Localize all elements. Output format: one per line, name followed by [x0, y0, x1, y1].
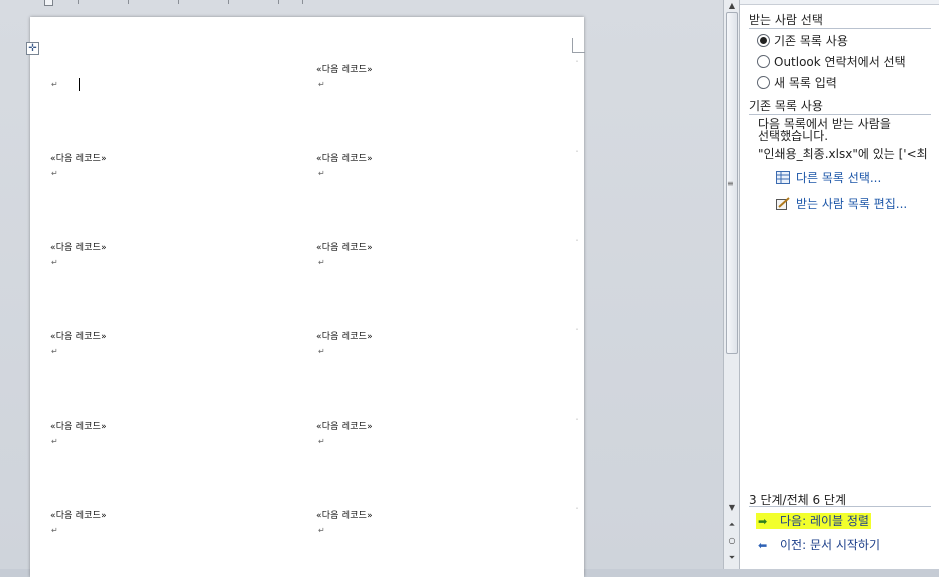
pane-top-border	[740, 0, 939, 5]
radio-label: 기존 목록 사용	[774, 34, 848, 48]
paragraph-mark-icon: ↵	[51, 347, 58, 356]
ruler-indent-marker[interactable]	[44, 0, 53, 6]
paragraph-mark-icon: ↵	[318, 258, 325, 267]
previous-page-icon[interactable]: ⏶	[725, 519, 739, 531]
data-source-info: "인쇄용_최종.xlsx"에 있는 ['<최	[758, 147, 928, 161]
radio-checked-icon[interactable]	[757, 34, 770, 47]
paragraph-mark-icon: ↵	[51, 80, 58, 89]
description-text: 선택했습니다.	[758, 129, 829, 143]
label-cell[interactable]: «다음 레코드»	[316, 62, 373, 75]
scroll-down-icon[interactable]: ▼	[725, 502, 739, 514]
label-cell[interactable]: «다음 레코드»	[316, 329, 373, 342]
label-cell[interactable]: «다음 레코드»	[316, 240, 373, 253]
label-cell[interactable]: «다음 레코드»	[50, 240, 107, 253]
label-cell[interactable]: «다음 레코드»	[50, 419, 107, 432]
section-divider	[749, 28, 931, 29]
label-cell[interactable]: «다음 레코드»	[316, 508, 373, 521]
radio-label: Outlook 연락처에서 선택	[774, 55, 906, 69]
radio-unchecked-icon[interactable]	[757, 55, 770, 68]
radio-label: 새 목록 입력	[774, 76, 837, 90]
next-highlight[interactable]: ➡ 다음: 레이블 정렬	[756, 513, 871, 529]
scroll-grip-icon: ≡	[727, 179, 734, 188]
next-page-icon[interactable]: ⏷	[725, 552, 739, 564]
cell-end-mark-icon: ˙	[575, 418, 579, 427]
table-move-handle-icon[interactable]: ✛	[26, 42, 39, 55]
document-area: ✛ «다음 레코드» «다음 레코드» «다음 레코드» «다음 레코드» «다…	[0, 0, 723, 577]
label-cell[interactable]: «다음 레코드»	[50, 151, 107, 164]
paragraph-mark-icon: ↵	[318, 80, 325, 89]
document-page[interactable]: ✛ «다음 레코드» «다음 레코드» «다음 레코드» «다음 레코드» «다…	[26, 17, 585, 577]
cell-end-mark-icon: ˙	[575, 150, 579, 159]
label-cell[interactable]: «다음 레코드»	[50, 329, 107, 342]
label-cell[interactable]: «다음 레코드»	[316, 151, 373, 164]
link-label[interactable]: 다음: 레이블 정렬	[780, 514, 869, 528]
radio-use-existing-list[interactable]: 기존 목록 사용	[757, 32, 848, 48]
previous-step-link[interactable]: ⬅ 이전: 문서 시작하기	[756, 536, 880, 553]
link-label[interactable]: 다른 목록 선택...	[796, 171, 881, 185]
edit-list-icon	[776, 197, 790, 210]
arrow-left-icon: ⬅	[758, 539, 768, 552]
link-label[interactable]: 받는 사람 목록 편집...	[796, 197, 907, 211]
paragraph-mark-icon: ↵	[51, 437, 58, 446]
paragraph-mark-icon: ↵	[51, 526, 58, 535]
existing-list-title: 기존 목록 사용	[749, 99, 823, 113]
vertical-scrollbar[interactable]: ▲ ≡ ▼ ⏶ ○ ⏷	[723, 0, 740, 569]
select-other-list-link[interactable]: 다른 목록 선택...	[776, 169, 881, 186]
scroll-up-icon[interactable]: ▲	[725, 0, 739, 12]
page-corner-mark	[572, 38, 585, 53]
paragraph-mark-icon: ↵	[318, 437, 325, 446]
mail-merge-pane: 받는 사람 선택 기존 목록 사용 Outlook 연락처에서 선택 새 목록 …	[740, 0, 939, 569]
edit-recipient-list-link[interactable]: 받는 사람 목록 편집...	[776, 195, 907, 212]
label-cell[interactable]: «다음 레코드»	[50, 508, 107, 521]
paragraph-mark-icon: ↵	[51, 169, 58, 178]
radio-type-new-list[interactable]: 새 목록 입력	[757, 74, 837, 90]
section-divider	[749, 114, 931, 115]
horizontal-ruler[interactable]	[30, 0, 584, 6]
cell-end-mark-icon: ˙	[575, 328, 579, 337]
arrow-right-icon: ➡	[758, 515, 768, 528]
radio-select-outlook-contacts[interactable]: Outlook 연락처에서 선택	[757, 53, 906, 69]
next-step-link[interactable]: ➡ 다음: 레이블 정렬	[756, 512, 871, 529]
browse-object-icon[interactable]: ○	[725, 535, 739, 547]
select-recipients-title: 받는 사람 선택	[749, 13, 823, 27]
label-cell[interactable]: «다음 레코드»	[316, 419, 373, 432]
cell-end-mark-icon: ˙	[575, 507, 579, 516]
cell-end-mark-icon: ˙	[575, 239, 579, 248]
cell-end-mark-icon: ˙	[575, 60, 579, 69]
table-list-icon	[776, 171, 790, 184]
paragraph-mark-icon: ↵	[318, 526, 325, 535]
paragraph-mark-icon: ↵	[51, 258, 58, 267]
radio-unchecked-icon[interactable]	[757, 76, 770, 89]
text-cursor	[79, 78, 80, 91]
section-divider	[749, 506, 931, 507]
link-label[interactable]: 이전: 문서 시작하기	[780, 538, 880, 552]
paragraph-mark-icon: ↵	[318, 347, 325, 356]
paragraph-mark-icon: ↵	[318, 169, 325, 178]
